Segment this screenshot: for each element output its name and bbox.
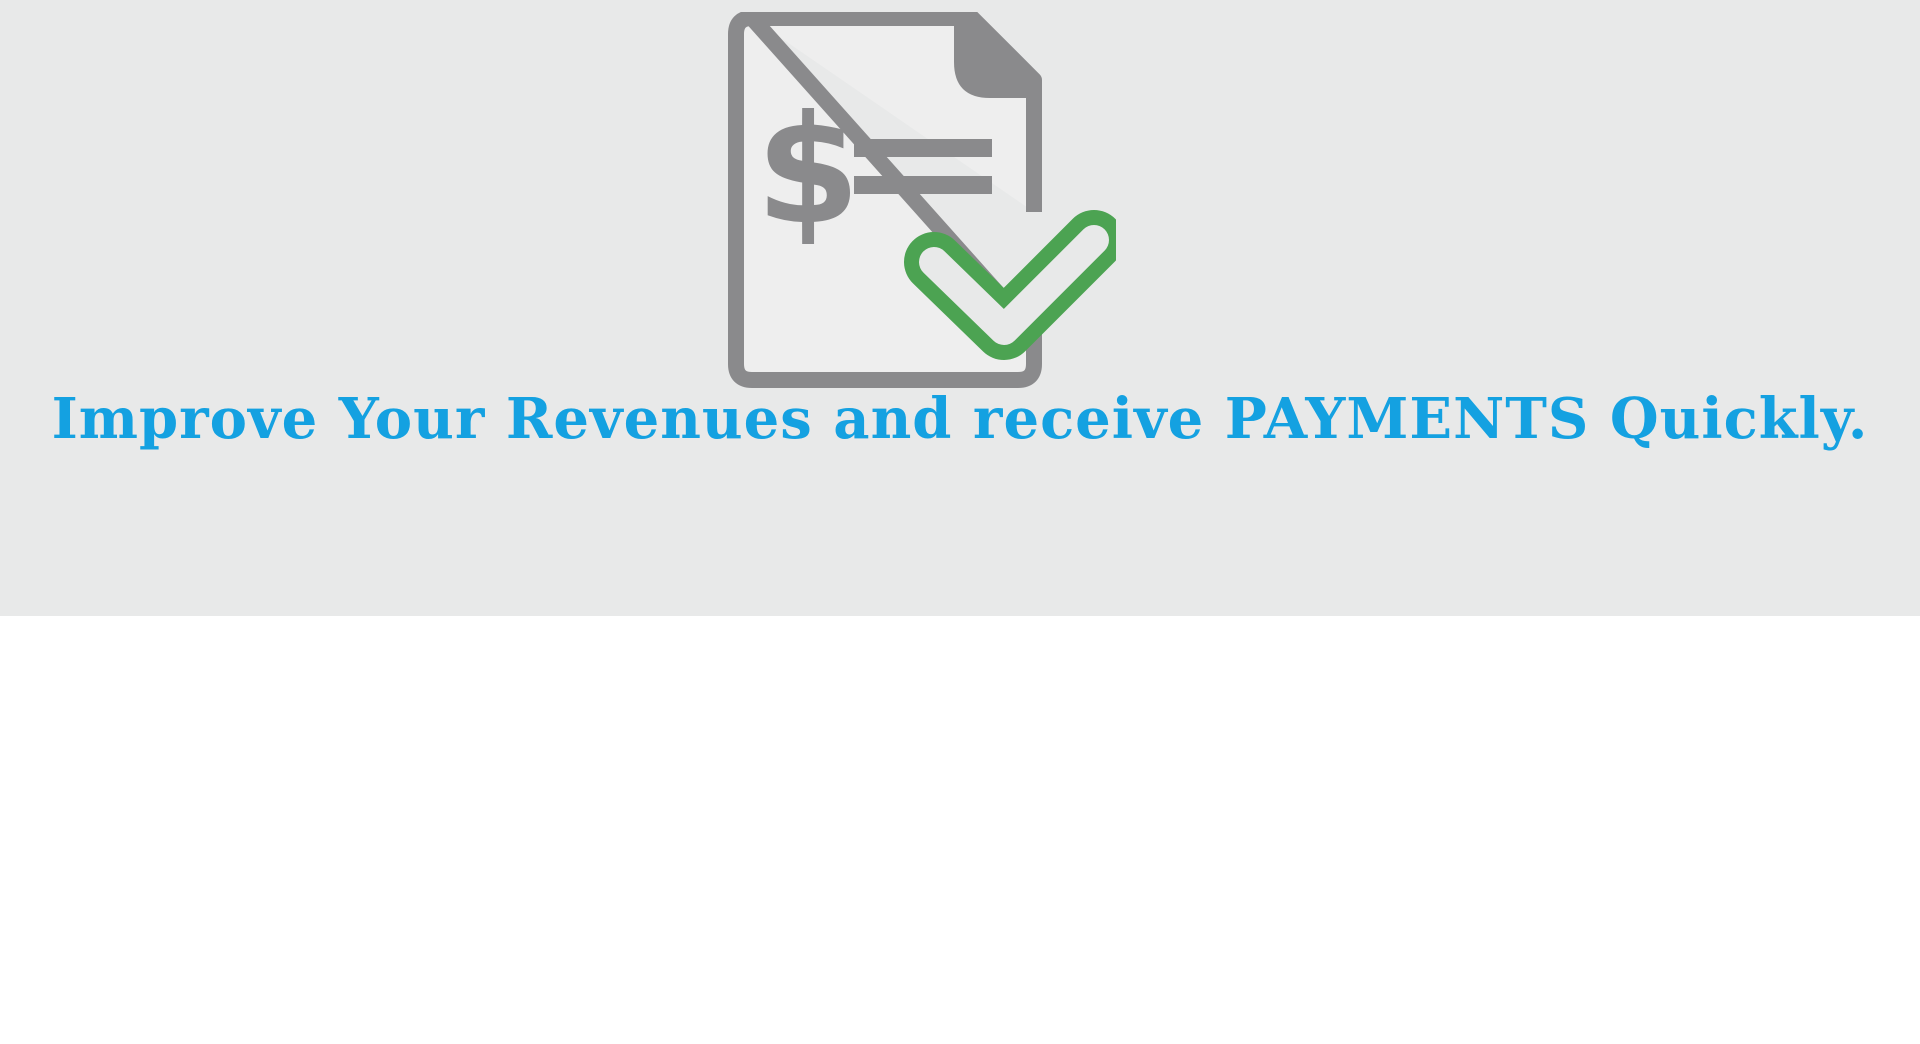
invoice-paid-icon: $ [728,12,1116,388]
amount-line-top [854,139,992,157]
headline: Improve Your Revenues and receive PAYMEN… [51,386,1869,452]
hero-banner: $ Improve Your Revenues and receive PAYM… [0,0,1920,616]
dollar-sign-icon: $ [756,84,860,258]
document-corner-fold [954,18,1038,98]
content-area [0,616,1920,1044]
amount-line-bottom [854,176,992,194]
